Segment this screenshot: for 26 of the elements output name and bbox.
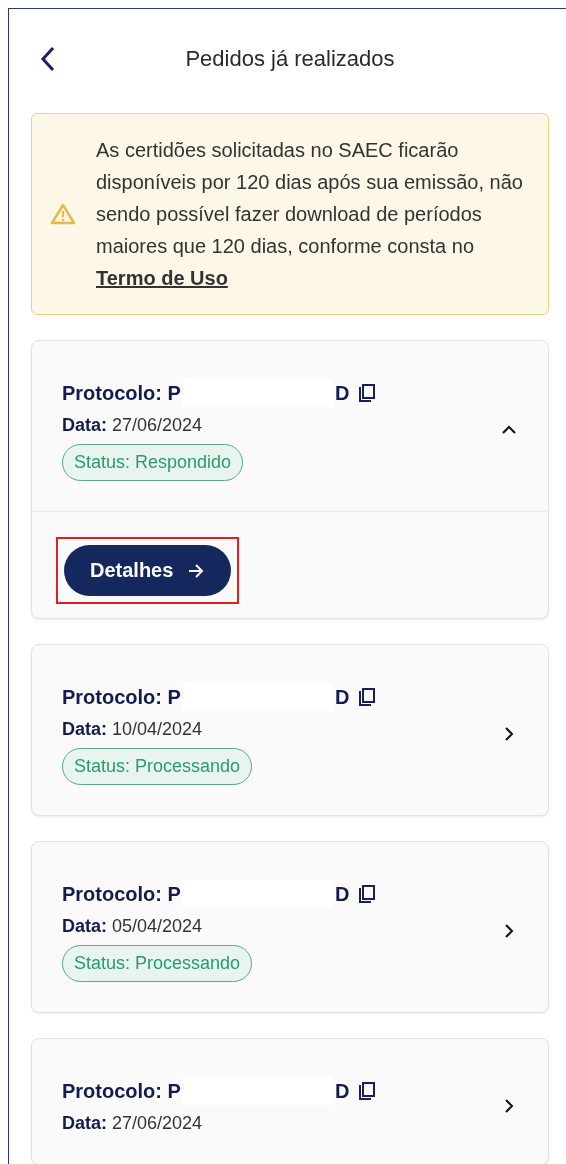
date-text: Data: 05/04/2024 <box>62 916 203 937</box>
protocol-text: Protocolo: P <box>62 381 181 405</box>
protocol-text: Protocolo: P <box>62 685 181 709</box>
terms-link[interactable]: Termo de Uso <box>96 267 228 289</box>
protocol-text: Protocolo: P <box>62 882 181 906</box>
date-text: Data: 10/04/2024 <box>62 719 203 740</box>
protocol-text: D <box>334 685 350 709</box>
status-badge: Status: Respondido <box>62 444 244 481</box>
status-badge: Status: Processando <box>62 748 253 785</box>
warning-icon <box>50 203 76 225</box>
arrow-right-icon <box>187 562 206 579</box>
copy-icon[interactable] <box>357 884 378 904</box>
page-title: Pedidos já realizados <box>184 46 396 72</box>
copy-icon[interactable] <box>357 687 378 707</box>
back-icon[interactable] <box>40 46 56 72</box>
date-text: Data: 27/06/2024 <box>62 415 203 436</box>
notice-text: As certidões solicitadas no SAEC ficarão disponíveis por 120 dias após sua emissão, não sendo possível fazer download de períodos maiores que 120 dias, conforme consta no Termo de Uso <box>96 138 524 291</box>
date-text: Data: 27/06/2024 <box>62 1113 203 1134</box>
status-badge: Status: Processando <box>62 945 253 982</box>
protocol-text: D <box>334 381 350 405</box>
protocol-text: D <box>334 882 350 906</box>
protocol-text: D <box>334 1079 350 1103</box>
details-button[interactable]: Detalhes <box>64 545 232 596</box>
copy-icon[interactable] <box>357 1081 378 1101</box>
copy-icon[interactable] <box>357 383 378 403</box>
protocol-text: Protocolo: P <box>62 1079 181 1103</box>
